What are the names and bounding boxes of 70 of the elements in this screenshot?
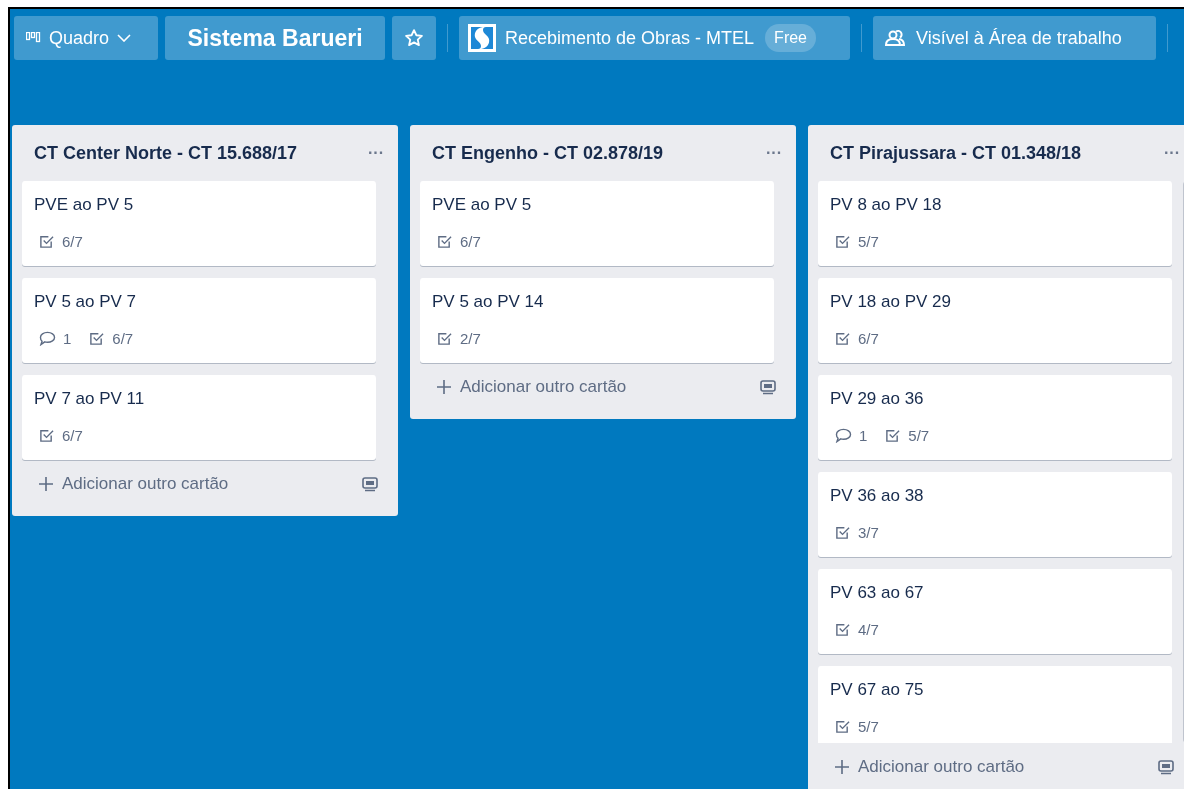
card[interactable]: PV 63 ao 67 4/7 <box>818 569 1172 654</box>
checklist-count: 2/7 <box>460 328 481 349</box>
card-title: PV 36 ao 38 <box>830 485 925 507</box>
card-title: PV 67 ao 75 <box>830 679 925 701</box>
card[interactable]: PV 29 ao 36 1 5/7 <box>818 375 1172 460</box>
template-icon[interactable] <box>1158 759 1174 775</box>
comment-icon <box>39 331 56 347</box>
card-title: PV 8 ao PV 18 <box>830 194 943 216</box>
checklist-count: 5/7 <box>908 425 930 446</box>
card[interactable]: PV 5 ao PV 14 2/7 <box>420 278 774 363</box>
card[interactable]: PVE ao PV 5 6/7 <box>22 181 376 266</box>
checklist-icon <box>89 331 105 347</box>
checklist-icon <box>835 234 850 250</box>
people-icon <box>885 29 905 47</box>
card[interactable]: PV 7 ao PV 11 6/7 <box>22 375 376 460</box>
checklist-icon <box>885 428 901 444</box>
add-card-button[interactable]: Adicionar outro cartão <box>38 471 229 497</box>
star-icon <box>404 28 424 48</box>
list-title[interactable]: CT Center Norte - CT 15.688/17 <box>34 139 298 167</box>
plus-icon <box>38 476 54 492</box>
workspace-logo-icon <box>468 24 496 52</box>
checklist-count: 6/7 <box>460 231 481 252</box>
checklist-count: 6/7 <box>112 328 134 349</box>
checklist-count: 6/7 <box>62 425 83 446</box>
card-title: PV 7 ao PV 11 <box>34 388 146 410</box>
add-card-button[interactable]: Adicionar outro cartão <box>834 754 1025 780</box>
star-button[interactable] <box>392 16 436 60</box>
card-title: PV 29 ao 36 <box>830 388 925 410</box>
checklist-icon <box>437 331 452 347</box>
card[interactable]: PV 36 ao 38 3/7 <box>818 472 1172 557</box>
card-title: PV 18 ao PV 29 <box>830 291 952 313</box>
plus-icon <box>436 379 452 395</box>
plan-badge: Free <box>765 24 816 52</box>
checklist-icon <box>835 331 850 347</box>
board-icon <box>26 32 41 44</box>
add-card-button[interactable]: Adicionar outro cartão <box>436 374 627 400</box>
card[interactable]: PV 18 ao PV 29 6/7 <box>818 278 1172 363</box>
comment-count: 1 <box>859 425 868 446</box>
checklist-count: 5/7 <box>858 231 879 252</box>
checklist-count: 5/7 <box>858 716 879 737</box>
chevron-down-icon <box>117 34 132 42</box>
card[interactable]: PV 5 ao PV 7 1 6/7 <box>22 278 376 363</box>
checklist-count: 6/7 <box>62 231 83 252</box>
checklist-icon <box>437 234 452 250</box>
comment-icon <box>835 428 852 444</box>
card[interactable]: PV 8 ao PV 18 5/7 <box>818 181 1172 266</box>
card-title: PVE ao PV 5 <box>34 194 135 216</box>
checklist-icon <box>39 428 54 444</box>
checklist-count: 4/7 <box>858 619 879 640</box>
card-title: PV 5 ao PV 14 <box>432 291 545 313</box>
checklist-count: 3/7 <box>858 522 879 543</box>
checklist-icon <box>39 234 54 250</box>
card[interactable]: PVE ao PV 5 6/7 <box>420 181 774 266</box>
template-icon[interactable] <box>760 379 776 395</box>
checklist-icon <box>835 719 850 735</box>
card-title: PV 63 ao 67 <box>830 582 925 604</box>
template-icon[interactable] <box>362 476 378 492</box>
list-menu-button[interactable]: ··· <box>1164 141 1180 165</box>
card-title: PVE ao PV 5 <box>432 194 533 216</box>
card-title: PV 5 ao PV 7 <box>34 291 138 313</box>
list-menu-button[interactable]: ··· <box>368 141 384 165</box>
checklist-icon <box>835 622 850 638</box>
list-menu-button[interactable]: ··· <box>766 141 782 165</box>
comment-count: 1 <box>63 328 72 349</box>
card[interactable]: PV 67 ao 75 5/7 <box>818 666 1172 743</box>
checklist-count: 6/7 <box>858 328 879 349</box>
list-title[interactable]: CT Pirajussara - CT 01.348/18 <box>830 139 1082 167</box>
checklist-icon <box>835 525 850 541</box>
list-title[interactable]: CT Engenho - CT 02.878/19 <box>432 139 664 167</box>
plus-icon <box>834 759 850 775</box>
